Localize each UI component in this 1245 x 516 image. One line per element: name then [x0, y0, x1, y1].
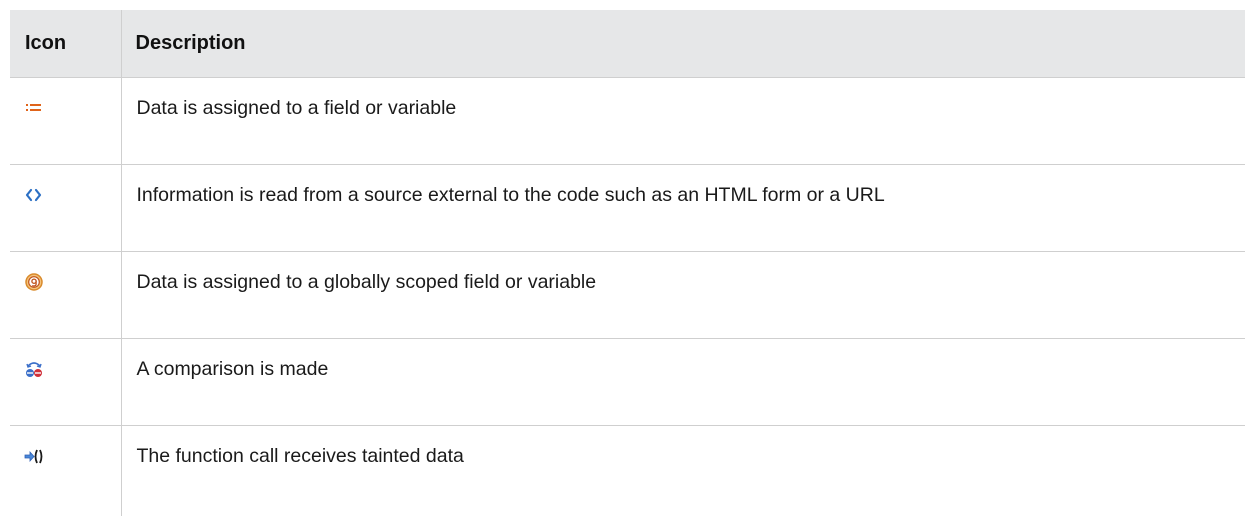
global-assignment-icon: [24, 272, 44, 292]
table-row: Data is assigned to a globally scoped fi…: [10, 252, 1245, 339]
icon-cell: [10, 252, 121, 339]
icon-cell: [10, 165, 121, 252]
table-row: Data is assigned to a field or variable: [10, 78, 1245, 165]
description-cell: Data is assigned to a field or variable: [121, 78, 1245, 165]
tainted-call-icon: [24, 446, 44, 466]
icon-cell: [10, 78, 121, 165]
icon-cell: [10, 339, 121, 426]
icon-cell: [10, 426, 121, 516]
icon-description-table: Icon Description Data is assigned to a f…: [10, 10, 1245, 516]
table-row: Information is read from a source extern…: [10, 165, 1245, 252]
description-cell: A comparison is made: [121, 339, 1245, 426]
description-cell: Data is assigned to a globally scoped fi…: [121, 252, 1245, 339]
assignment-icon: [24, 98, 44, 118]
column-header-icon: Icon: [10, 10, 121, 78]
description-cell: Information is read from a source extern…: [121, 165, 1245, 252]
external-source-icon: [24, 185, 44, 205]
table-row: The function call receives tainted data: [10, 426, 1245, 516]
comparison-icon: [24, 359, 44, 379]
description-cell: The function call receives tainted data: [121, 426, 1245, 516]
table-row: A comparison is made: [10, 339, 1245, 426]
table-header-row: Icon Description: [10, 10, 1245, 78]
column-header-description: Description: [121, 10, 1245, 78]
